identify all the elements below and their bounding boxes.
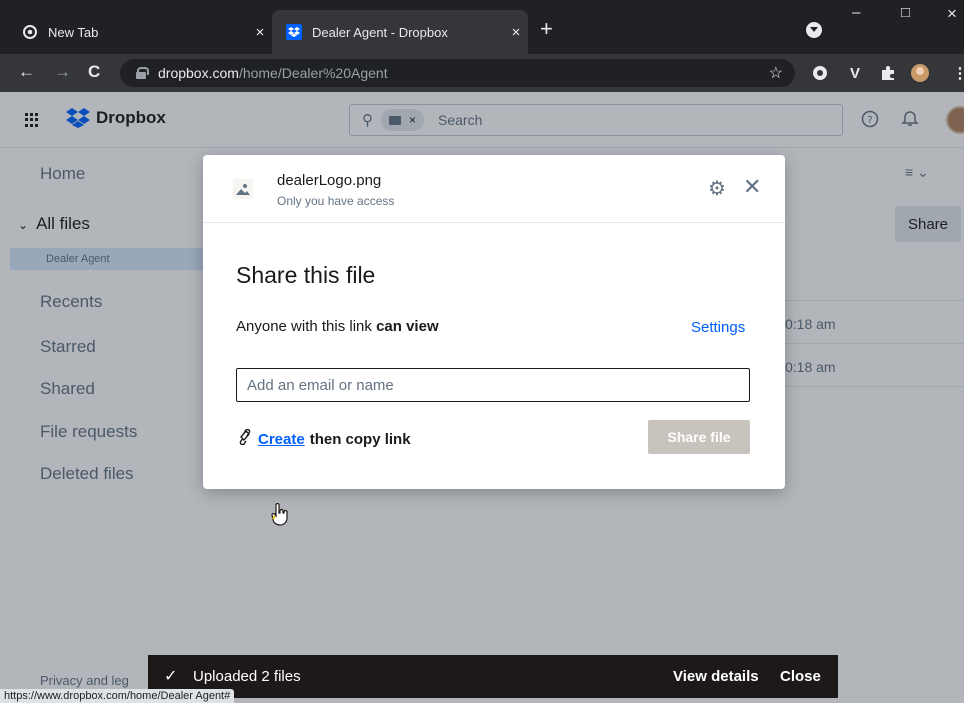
- screen: New Tab × Dealer Agent - Dropbox × + – □…: [0, 0, 964, 703]
- puzzle-extensions-icon[interactable]: [878, 63, 898, 83]
- checkmark-icon: ✓: [164, 668, 178, 685]
- window-close-button[interactable]: ×: [947, 4, 957, 24]
- permission-value: can view: [376, 318, 439, 335]
- maximize-button[interactable]: □: [901, 4, 910, 21]
- hand-cursor-icon: [270, 502, 290, 532]
- new-tab-button[interactable]: +: [540, 18, 553, 40]
- tab-search-icon[interactable]: [806, 22, 822, 38]
- close-icon[interactable]: ✕: [743, 174, 761, 200]
- url-host: dropbox.com: [158, 65, 239, 81]
- create-link-row: Create then copy link: [238, 428, 411, 450]
- tab-close-icon[interactable]: ×: [248, 24, 272, 41]
- browser-tab-strip: New Tab × Dealer Agent - Dropbox × + – □…: [0, 0, 964, 54]
- extension-v-icon[interactable]: V: [845, 63, 865, 83]
- view-details-button[interactable]: View details: [673, 668, 759, 685]
- tab-dealer-agent[interactable]: Dealer Agent - Dropbox ×: [272, 10, 528, 54]
- settings-link[interactable]: Settings: [691, 319, 745, 336]
- browser-menu-icon[interactable]: ⋮: [950, 63, 964, 83]
- chrome-icon: [22, 24, 38, 40]
- forward-arrow-icon[interactable]: →: [54, 62, 71, 82]
- upload-toast: ✓ Uploaded 2 files View details Close: [148, 655, 838, 698]
- bookmark-star-icon[interactable]: ☆: [769, 63, 783, 83]
- status-url-bar: https://www.dropbox.com/home/Dealer Agen…: [0, 689, 235, 703]
- modal-title: Share this file: [236, 262, 376, 288]
- dropbox-favicon-icon: [286, 24, 302, 40]
- create-link[interactable]: Create: [258, 431, 305, 448]
- reload-icon[interactable]: C: [88, 62, 100, 82]
- file-name: dealerLogo.png: [277, 172, 382, 189]
- url-path: /home/Dealer%20Agent: [238, 65, 388, 81]
- link-permission-text: Anyone with this link can view: [236, 318, 439, 335]
- tab-new-tab[interactable]: New Tab ×: [8, 10, 272, 54]
- modal-header: dealerLogo.png Only you have access ⚙ ✕: [203, 155, 785, 223]
- copy-link-text: then copy link: [309, 431, 411, 448]
- lock-icon: [136, 67, 149, 79]
- share-modal: dealerLogo.png Only you have access ⚙ ✕ …: [203, 155, 785, 489]
- tab-title: Dealer Agent - Dropbox: [312, 24, 448, 40]
- address-bar[interactable]: dropbox.com/home/Dealer%20Agent ☆: [120, 59, 795, 87]
- email-field[interactable]: [236, 368, 750, 402]
- tab-close-icon[interactable]: ×: [504, 24, 528, 41]
- gear-icon[interactable]: ⚙: [708, 176, 726, 201]
- toast-close-button[interactable]: Close: [780, 668, 821, 685]
- toast-message: Uploaded 2 files: [193, 668, 301, 685]
- image-file-icon: [233, 179, 253, 199]
- minimize-button[interactable]: –: [852, 4, 860, 21]
- extension-circle-icon[interactable]: [810, 63, 830, 83]
- tab-title: New Tab: [48, 24, 99, 40]
- file-access-status: Only you have access: [277, 194, 395, 208]
- back-arrow-icon[interactable]: ←: [18, 62, 35, 82]
- share-file-button[interactable]: Share file: [648, 420, 750, 454]
- browser-toolbar: ← → C dropbox.com/home/Dealer%20Agent ☆ …: [0, 54, 964, 92]
- permission-prefix: Anyone with this link: [236, 318, 377, 335]
- browser-profile-avatar[interactable]: [910, 63, 930, 83]
- link-chain-icon: [238, 428, 252, 450]
